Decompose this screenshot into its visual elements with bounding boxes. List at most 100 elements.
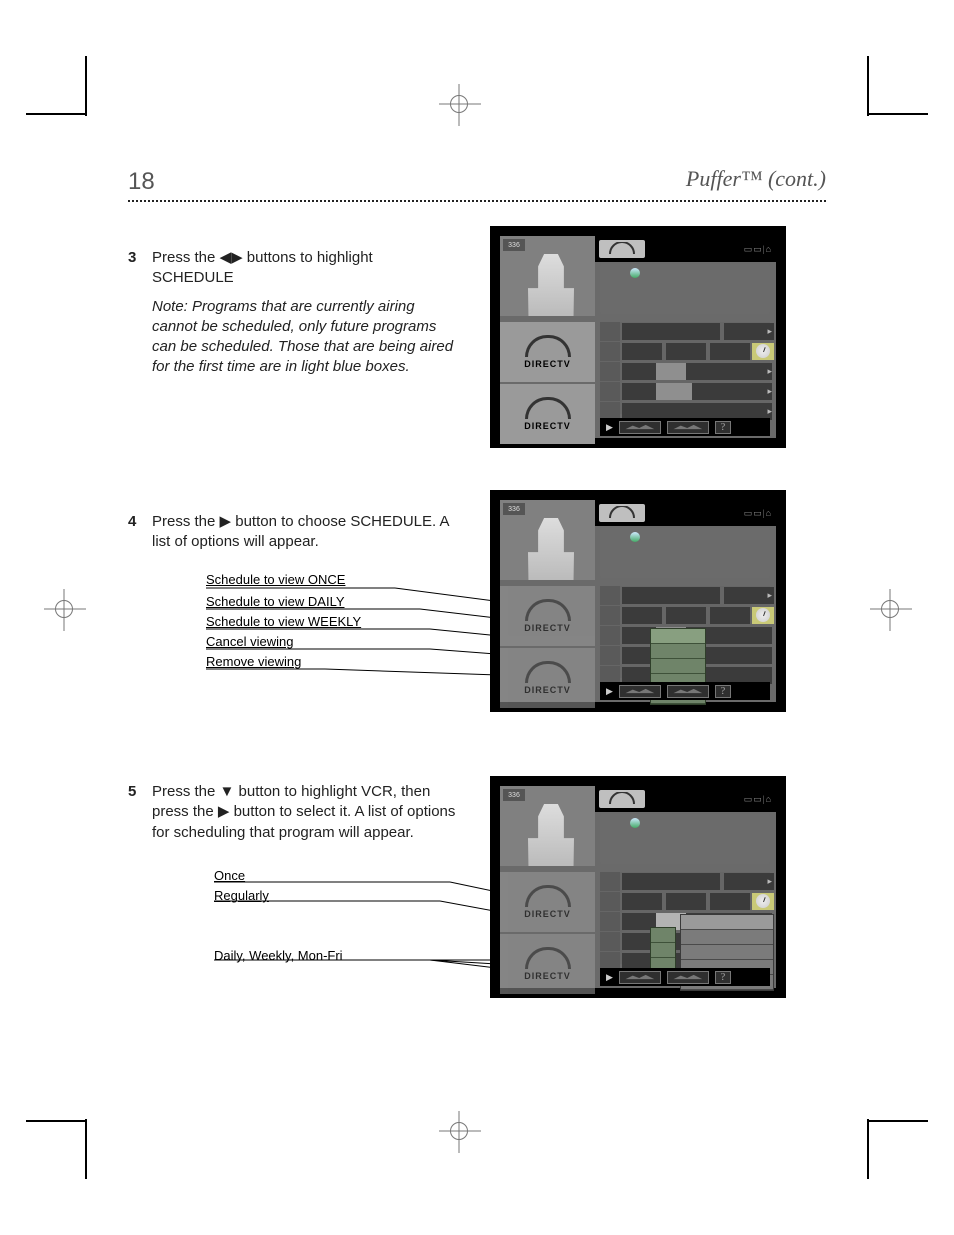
guide-topbar: ▭▭|⌂ [595, 500, 776, 526]
guide-topbar: ▭▭|⌂ [595, 236, 776, 262]
callout-label: Remove viewing [206, 654, 301, 669]
provider-logo: DIRECTV [500, 934, 595, 994]
clock-icon [756, 894, 770, 908]
crop-mark [868, 113, 928, 115]
guide-topbar: ▭▭|⌂ [595, 786, 776, 812]
crop-mark [85, 1119, 87, 1179]
clock-icon [756, 608, 770, 622]
page-number: 18 [128, 168, 155, 196]
help-button[interactable]: ? [715, 421, 731, 434]
registration-mark-icon [450, 95, 468, 113]
channel-chip: 336 [503, 503, 525, 515]
help-button[interactable]: ? [715, 685, 731, 698]
player-silhouette [528, 254, 574, 316]
crop-mark [867, 1119, 869, 1179]
toolbar-button[interactable] [667, 685, 709, 698]
popup-option[interactable] [681, 930, 773, 945]
callout-label: Once [214, 868, 245, 883]
crop-mark [26, 113, 86, 115]
registration-mark-icon [450, 1122, 468, 1140]
player-silhouette [528, 804, 574, 866]
play-icon: ▶ [606, 972, 613, 983]
guide-toolbar: ▶ ? [600, 682, 770, 700]
globe-icon [630, 818, 640, 828]
toolbar-button[interactable] [667, 971, 709, 984]
crop-mark [867, 56, 869, 116]
provider-logo: DIRECTV [500, 384, 595, 444]
guide-screenshot-2: 336 ▭▭|⌂ DIRECTV DIRECTV ▸ [490, 490, 786, 712]
channel-chip: 336 [503, 239, 525, 251]
text: Press the [152, 513, 220, 530]
text: DIRECTV [524, 685, 571, 695]
provider-logo: DIRECTV [500, 648, 595, 708]
directv-logo-icon [599, 790, 645, 808]
guide-toolbar: ▶ ? [600, 968, 770, 986]
provider-logo: DIRECTV [500, 322, 595, 382]
toolbar-button[interactable] [619, 971, 661, 984]
video-preview: 336 [500, 786, 595, 866]
schedule-popup-small[interactable] [650, 927, 676, 974]
note-text: Note: Programs that are currently airing… [152, 297, 458, 378]
text: SCHEDULE [152, 269, 234, 286]
player-silhouette [528, 518, 574, 580]
callout-label: Schedule to view DAILY [206, 594, 345, 609]
clock-icon [756, 344, 770, 358]
step-number: 3 [128, 248, 142, 289]
guide-grid[interactable]: ▸ ▸ ▸ ▸ [600, 322, 770, 414]
crop-mark [26, 1120, 86, 1122]
globe-icon [630, 532, 640, 542]
text: DIRECTV [524, 971, 571, 981]
guide-toolbar: ▶ ? [600, 418, 770, 436]
step-number: 5 [128, 782, 142, 843]
callout-label: Schedule to view WEEKLY [206, 614, 361, 629]
provider-logo: DIRECTV [500, 872, 595, 932]
right-arrow-icon: ▶ [220, 512, 232, 532]
step-text: Press the ◀▶ buttons to highlight SCHEDU… [152, 248, 458, 289]
header-icons: ▭▭|⌂ [744, 508, 772, 519]
help-button[interactable]: ? [715, 971, 731, 984]
text: button to choose [231, 513, 346, 530]
text: DIRECTV [524, 623, 571, 633]
right-arrow-icon: ▶ [218, 802, 230, 822]
crop-mark [868, 1120, 928, 1122]
popup-option[interactable] [651, 644, 705, 659]
header-icons: ▭▭|⌂ [744, 794, 772, 805]
popup-option[interactable] [651, 629, 705, 644]
step-text: Press the ▼ button to highlight VCR, the… [152, 782, 458, 843]
left-right-arrow-icon: ◀▶ [220, 248, 243, 268]
play-icon: ▶ [606, 686, 613, 697]
toolbar-button[interactable] [619, 421, 661, 434]
popup-option[interactable] [651, 943, 675, 958]
popup-option[interactable] [681, 915, 773, 930]
popup-option[interactable] [681, 945, 773, 960]
callout-label: Daily, Weekly, Mon-Fri [214, 948, 343, 963]
video-preview: 336 [500, 500, 595, 580]
play-icon: ▶ [606, 422, 613, 433]
registration-mark-icon [881, 600, 899, 618]
program-info-panel [600, 528, 770, 578]
registration-mark-icon [55, 600, 73, 618]
header-icons: ▭▭|⌂ [744, 244, 772, 255]
program-info-panel [600, 264, 770, 314]
toolbar-button[interactable] [667, 421, 709, 434]
guide-screenshot-1: 336 ▭▭|⌂ DIRECTV DIRECTV ▸ ▸ ▸ ▸ ▶ [490, 226, 786, 448]
callout-label: Cancel viewing [206, 634, 293, 649]
channel-chip: 336 [503, 789, 525, 801]
page-title: Puffer™ (cont.) [686, 166, 826, 192]
guide-screenshot-3: 336 ▭▭|⌂ DIRECTV DIRECTV ▸ [490, 776, 786, 998]
popup-option[interactable] [651, 928, 675, 943]
toolbar-button[interactable] [619, 685, 661, 698]
header-rule [128, 200, 826, 202]
provider-logo: DIRECTV [500, 586, 595, 646]
popup-option[interactable] [651, 659, 705, 674]
callout-label: Regularly [214, 888, 269, 903]
text: buttons to highlight [243, 249, 373, 266]
video-preview: 336 [500, 236, 595, 316]
step-number: 4 [128, 512, 142, 553]
directv-logo-icon [599, 240, 645, 258]
program-info-panel [600, 814, 770, 864]
directv-logo-icon [599, 504, 645, 522]
crop-mark [85, 56, 87, 116]
text: SCHEDULE [350, 513, 432, 530]
text: DIRECTV [524, 421, 571, 431]
